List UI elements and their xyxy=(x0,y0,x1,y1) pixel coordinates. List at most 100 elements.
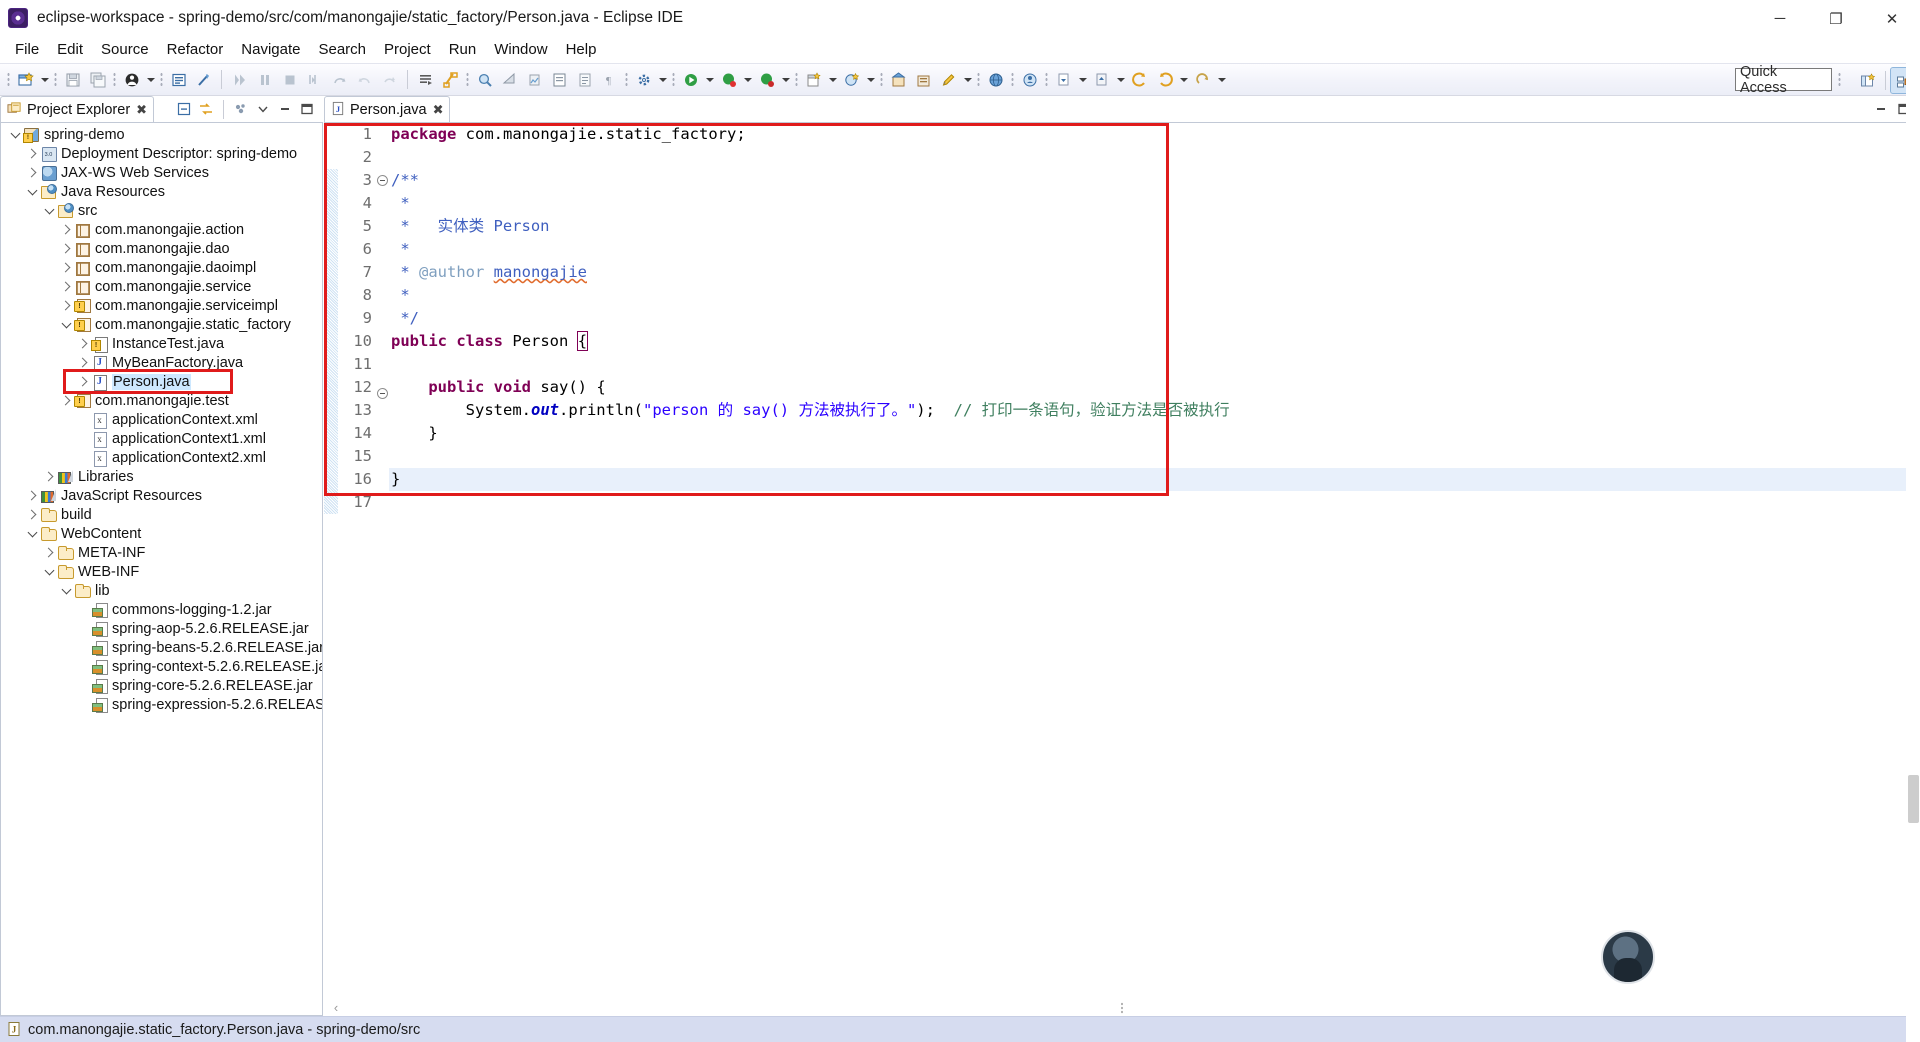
tree-item-spring-demo[interactable]: spring-demo xyxy=(1,125,322,144)
save-all-icon[interactable] xyxy=(85,67,110,92)
chevron-down-icon[interactable] xyxy=(24,524,40,543)
edit-icon[interactable] xyxy=(936,67,961,92)
save-icon[interactable] xyxy=(60,67,85,92)
tree-item-deployment-descriptor-spring-demo[interactable]: Deployment Descriptor: spring-demo xyxy=(1,144,322,163)
code-line[interactable]: /** xyxy=(389,169,1906,192)
open-console-icon[interactable] xyxy=(413,67,438,92)
chevron-right-icon[interactable] xyxy=(58,258,74,277)
step-over-icon[interactable] xyxy=(327,67,352,92)
menu-navigate[interactable]: Navigate xyxy=(232,38,309,61)
editor-horizontal-scrollbar[interactable]: ‹ xyxy=(324,998,1920,1016)
minimize-editor-icon[interactable] xyxy=(1871,99,1891,119)
server-icon[interactable] xyxy=(1017,67,1042,92)
new-enum-icon[interactable] xyxy=(911,67,936,92)
tree-item-spring-beans-5-2-6-release-jar[interactable]: spring-beans-5.2.6.RELEASE.jar xyxy=(1,638,322,657)
chevron-right-icon[interactable] xyxy=(41,543,57,562)
pilcrow-icon[interactable]: ¶ xyxy=(597,67,622,92)
tree-item-com-manongajie-dao[interactable]: com.manongajie.dao xyxy=(1,239,322,258)
tree-item-lib[interactable]: lib xyxy=(1,581,322,600)
tree-item-build[interactable]: build xyxy=(1,505,322,524)
code-line[interactable] xyxy=(389,353,1906,376)
chevron-right-icon[interactable] xyxy=(58,220,74,239)
new-annotation-icon[interactable] xyxy=(839,67,864,92)
code-line[interactable]: } xyxy=(389,422,1906,445)
code-line[interactable]: * 实体类 Person xyxy=(389,215,1906,238)
tree-item-meta-inf[interactable]: META-INF xyxy=(1,543,322,562)
vertical-scroll-thumb[interactable] xyxy=(1908,775,1919,823)
code-line[interactable]: package com.manongajie.static_factory; xyxy=(389,123,1906,146)
chevron-right-icon[interactable] xyxy=(24,163,40,182)
run-as-icon[interactable] xyxy=(678,67,703,92)
minimize-view-icon[interactable] xyxy=(275,99,295,119)
outline-icon[interactable] xyxy=(572,67,597,92)
menu-search[interactable]: Search xyxy=(309,38,375,61)
debug-dropdown-icon[interactable] xyxy=(741,67,754,92)
tree-item-spring-core-5-2-6-release-jar[interactable]: spring-core-5.2.6.RELEASE.jar xyxy=(1,676,322,695)
step-return-icon[interactable] xyxy=(352,67,377,92)
chevron-right-icon[interactable] xyxy=(41,467,57,486)
previous-annotation-dropdown-icon[interactable] xyxy=(1076,67,1089,92)
edit-dropdown-icon[interactable] xyxy=(961,67,974,92)
tree-item-com-manongajie-static-factory[interactable]: com.manongajie.static_factory xyxy=(1,315,322,334)
tree-item-spring-context-5-2-6-release-jar[interactable]: spring-context-5.2.6.RELEASE.jar xyxy=(1,657,322,676)
editor-vertical-scrollbar[interactable] xyxy=(1906,0,1920,1042)
maximize-button[interactable]: ❐ xyxy=(1808,0,1864,37)
next-edit-icon[interactable] xyxy=(1190,67,1215,92)
toggle-breakpoint-icon[interactable] xyxy=(191,67,216,92)
chevron-right-icon[interactable] xyxy=(75,353,91,372)
menu-run[interactable]: Run xyxy=(440,38,486,61)
code-line[interactable] xyxy=(389,146,1906,169)
new-package-icon[interactable] xyxy=(886,67,911,92)
code-line[interactable]: * xyxy=(389,238,1906,261)
code-line[interactable] xyxy=(389,445,1906,468)
tree-item-spring-expression-5-2-6-release-jar[interactable]: spring-expression-5.2.6.RELEASE.jar xyxy=(1,695,322,714)
code-line[interactable]: System.out.println("person 的 say() 方法被执行… xyxy=(389,399,1906,422)
new-wizard-dropdown-icon[interactable] xyxy=(38,67,51,92)
tree-item-applicationcontext1-xml[interactable]: applicationContext1.xml xyxy=(1,429,322,448)
code-line[interactable]: */ xyxy=(389,307,1906,330)
tree-item-com-manongajie-daoimpl[interactable]: com.manongajie.daoimpl xyxy=(1,258,322,277)
chevron-down-icon[interactable] xyxy=(24,182,40,201)
web-browser-icon[interactable] xyxy=(983,67,1008,92)
tab-project-explorer[interactable]: Project Explorer ✖ xyxy=(0,96,155,122)
toolbar-drag-handle[interactable] xyxy=(7,71,10,88)
tree-item-com-manongajie-service[interactable]: com.manongajie.service xyxy=(1,277,322,296)
new-class-icon[interactable] xyxy=(801,67,826,92)
code-line[interactable]: public class Person { xyxy=(389,330,1906,353)
new-annotation-dropdown-icon[interactable] xyxy=(864,67,877,92)
folding-column[interactable] xyxy=(376,123,389,998)
tree-item-com-manongajie-action[interactable]: com.manongajie.action xyxy=(1,220,322,239)
chevron-right-icon[interactable] xyxy=(75,372,91,391)
step-into-icon[interactable] xyxy=(302,67,327,92)
chevron-right-icon[interactable] xyxy=(24,144,40,163)
code-line[interactable]: * @author manongajie xyxy=(389,261,1906,284)
tree-item-libraries[interactable]: Libraries xyxy=(1,467,322,486)
code-line[interactable] xyxy=(389,491,1906,514)
chevron-down-icon[interactable] xyxy=(58,581,74,600)
chevron-right-icon[interactable] xyxy=(58,277,74,296)
link-with-editor-icon[interactable] xyxy=(196,99,216,119)
new-wizard-icon[interactable] xyxy=(13,67,38,92)
chevron-right-icon[interactable] xyxy=(75,334,91,353)
forward-dropdown-icon[interactable] xyxy=(1177,67,1190,92)
collapse-all-icon[interactable] xyxy=(174,99,194,119)
scrollbar-grip[interactable] xyxy=(1120,1001,1124,1014)
next-edit-dropdown-icon[interactable] xyxy=(1215,67,1228,92)
tree-item-applicationcontext2-xml[interactable]: applicationContext2.xml xyxy=(1,448,322,467)
print-dropdown-icon[interactable] xyxy=(144,67,157,92)
build-all-icon[interactable] xyxy=(438,67,463,92)
view-menu-icon[interactable] xyxy=(231,99,251,119)
back-icon[interactable] xyxy=(1127,67,1152,92)
next-annotation-icon[interactable] xyxy=(1089,67,1114,92)
coverage-dropdown-icon[interactable] xyxy=(779,67,792,92)
code-line[interactable]: } xyxy=(389,468,1906,491)
code-text[interactable]: package com.manongajie.static_factory; /*… xyxy=(389,123,1906,998)
search-icon[interactable] xyxy=(472,67,497,92)
chevron-right-icon[interactable] xyxy=(24,505,40,524)
open-task-icon[interactable] xyxy=(547,67,572,92)
debug-icon[interactable] xyxy=(716,67,741,92)
code-editor[interactable]: 1 2 3 4 5 6 7 8 9 10 11 12 13 14 15 16 17 package com.ma… xyxy=(324,122,1920,998)
previous-annotation-icon[interactable] xyxy=(1051,67,1076,92)
tab-person-java[interactable]: J Person.java ✖ xyxy=(324,96,451,122)
run-icon[interactable] xyxy=(227,67,252,92)
